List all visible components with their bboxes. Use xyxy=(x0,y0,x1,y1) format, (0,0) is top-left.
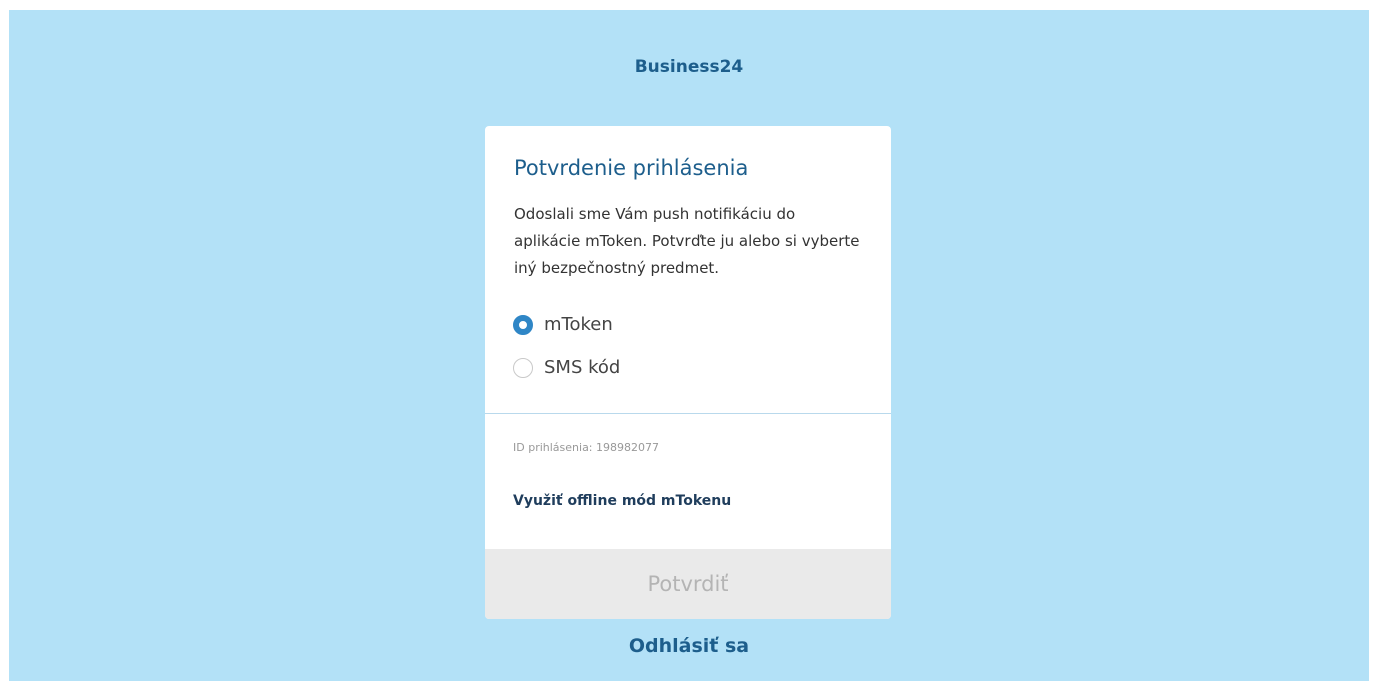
radio-label-sms[interactable]: SMS kód xyxy=(544,357,620,378)
card-title: Potvrdenie prihlásenia xyxy=(514,156,749,180)
divider xyxy=(485,413,891,414)
radio-option-sms[interactable]: SMS kód xyxy=(513,357,620,378)
login-confirmation-card: Potvrdenie prihlásenia Odoslali sme Vám … xyxy=(485,126,891,619)
radio-unselected-icon[interactable] xyxy=(513,357,533,378)
radio-selected-icon[interactable] xyxy=(513,314,533,335)
offline-mode-link[interactable]: Využiť offline mód mTokenu xyxy=(513,493,731,509)
radio-option-mtoken[interactable]: mToken xyxy=(513,314,613,335)
logout-link[interactable]: Odhlásiť sa xyxy=(9,635,1369,657)
radio-label-mtoken[interactable]: mToken xyxy=(544,314,613,335)
login-id: ID prihlásenia: 198982077 xyxy=(513,441,659,454)
brand-title: Business24 xyxy=(634,57,744,77)
page-background: Business24 Potvrdenie prihlásenia Odosla… xyxy=(9,10,1369,681)
card-description: Odoslali sme Vám push notifikáciu do apl… xyxy=(514,205,860,277)
confirm-button[interactable]: Potvrdiť xyxy=(485,549,891,619)
